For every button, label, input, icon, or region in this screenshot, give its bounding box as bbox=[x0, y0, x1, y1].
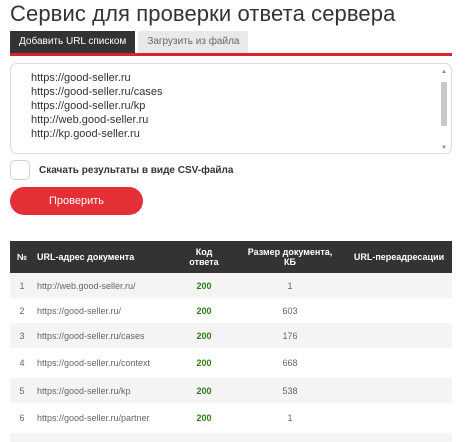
table-row: 6 https://good-seller.ru/partner 200 1 bbox=[10, 403, 452, 433]
url-line: http://web.good-seller.ru bbox=[31, 114, 149, 126]
tab-add-url-list[interactable]: Добавить URL списком bbox=[10, 31, 136, 53]
row-size: 176 bbox=[234, 323, 346, 348]
row-code: 200 bbox=[174, 348, 234, 378]
row-size: 1 bbox=[234, 403, 346, 433]
row-size: 1 bbox=[234, 433, 346, 442]
scroll-down-icon[interactable]: ▼ bbox=[439, 144, 449, 152]
row-size: 668 bbox=[234, 348, 346, 378]
table-row: 7 http://kp.good-seller.ru 301 1 https:/… bbox=[10, 433, 452, 442]
textarea-scrollbar[interactable]: ▲ ▼ bbox=[439, 68, 449, 152]
row-size: 1 bbox=[234, 273, 346, 298]
table-row: 4 https://good-seller.ru/context 200 668 bbox=[10, 348, 452, 378]
scroll-up-icon[interactable]: ▲ bbox=[439, 68, 449, 76]
row-code: 200 bbox=[174, 403, 234, 433]
table-row: 5 https://good-seller.ru/kp 200 538 bbox=[10, 378, 452, 403]
row-redirect bbox=[346, 378, 452, 403]
row-redirect bbox=[346, 273, 452, 298]
row-url: https://good-seller.ru/partner bbox=[34, 403, 174, 433]
table-row: 1 http://web.good-seller.ru/ 200 1 bbox=[10, 273, 452, 298]
header-redirect: URL-переадресации bbox=[346, 241, 452, 273]
row-url: https://good-seller.ru/cases bbox=[34, 323, 174, 348]
row-num: 2 bbox=[10, 298, 34, 323]
table-row: 3 https://good-seller.ru/cases 200 176 bbox=[10, 323, 452, 348]
table-header-row: № URL-адрес документа Код ответа Размер д… bbox=[10, 241, 452, 273]
header-size-line1: Размер документа, bbox=[247, 247, 333, 257]
tab-upload-file[interactable]: Загрузить из файла bbox=[138, 31, 249, 53]
url-list-textarea[interactable]: https://good-seller.ru https://good-sell… bbox=[10, 63, 452, 154]
row-url: http://kp.good-seller.ru bbox=[34, 433, 174, 442]
header-code-line2: ответа bbox=[189, 257, 219, 267]
row-num: 3 bbox=[10, 323, 34, 348]
row-size: 603 bbox=[234, 298, 346, 323]
url-line: https://good-seller.ru/cases bbox=[31, 86, 163, 98]
header-size-line2: КБ bbox=[284, 257, 296, 267]
row-redirect bbox=[346, 323, 452, 348]
row-code: 200 bbox=[174, 273, 234, 298]
row-num: 5 bbox=[10, 378, 34, 403]
url-line: https://good-seller.ru bbox=[31, 72, 131, 84]
row-redirect bbox=[346, 348, 452, 378]
header-num: № bbox=[10, 241, 34, 273]
row-size: 538 bbox=[234, 378, 346, 403]
row-url: https://good-seller.ru/context bbox=[34, 348, 174, 378]
csv-checkbox[interactable] bbox=[10, 160, 30, 180]
header-size: Размер документа, КБ bbox=[234, 241, 346, 273]
row-code: 200 bbox=[174, 378, 234, 403]
row-num: 7 bbox=[10, 433, 34, 442]
row-redirect: https://good-seller.ru/kp bbox=[346, 433, 452, 442]
row-redirect bbox=[346, 403, 452, 433]
row-num: 6 bbox=[10, 403, 34, 433]
header-code: Код ответа bbox=[174, 241, 234, 273]
row-url: https://good-seller.ru/kp bbox=[34, 378, 174, 403]
row-code: 200 bbox=[174, 298, 234, 323]
row-redirect bbox=[346, 298, 452, 323]
row-num: 1 bbox=[10, 273, 34, 298]
csv-checkbox-label[interactable]: Скачать результаты в виде CSV-файла bbox=[39, 165, 233, 176]
row-code: 301 bbox=[174, 433, 234, 442]
tab-underline bbox=[10, 53, 452, 56]
row-url: https://good-seller.ru/ bbox=[34, 298, 174, 323]
check-button[interactable]: Проверить bbox=[10, 187, 143, 215]
url-line: https://good-seller.ru/kp bbox=[31, 100, 146, 112]
header-code-line1: Код bbox=[195, 247, 213, 257]
url-line: http://kp.good-seller.ru bbox=[31, 128, 140, 140]
row-num: 4 bbox=[10, 348, 34, 378]
csv-option: Скачать результаты в виде CSV-файла bbox=[10, 160, 233, 180]
scroll-thumb[interactable] bbox=[441, 82, 447, 126]
page-title: Сервис для проверки ответа сервера bbox=[10, 1, 396, 26]
header-url: URL-адрес документа bbox=[34, 241, 174, 273]
url-list-content: https://good-seller.ru https://good-sell… bbox=[31, 71, 162, 141]
row-code: 200 bbox=[174, 323, 234, 348]
row-url: http://web.good-seller.ru/ bbox=[34, 273, 174, 298]
results-table: № URL-адрес документа Код ответа Размер д… bbox=[10, 241, 452, 442]
table-row: 2 https://good-seller.ru/ 200 603 bbox=[10, 298, 452, 323]
input-mode-tabs: Добавить URL списком Загрузить из файла bbox=[10, 31, 249, 53]
